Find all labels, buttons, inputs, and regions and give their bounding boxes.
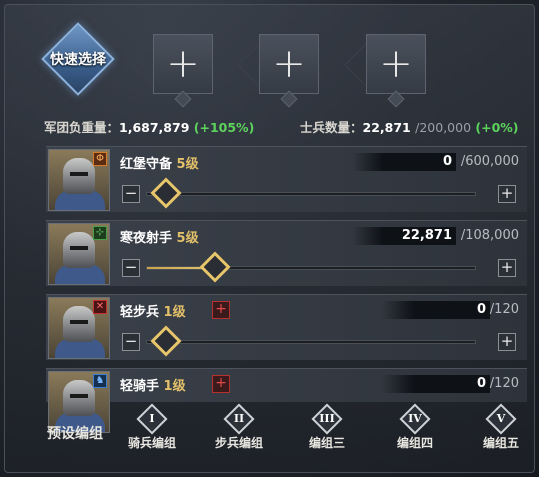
unit-level: 5级 <box>176 231 199 246</box>
unit-name-text: 红堡守备 <box>120 157 173 172</box>
horse-type-icon: ♞ <box>93 374 107 388</box>
unit-slider-handle[interactable] <box>199 251 231 283</box>
preset-group-button[interactable]: III 编组三 <box>292 403 362 451</box>
army-load-stat: 军团负重量：1,687,879 (+105%) <box>44 117 254 136</box>
unit-count-max: /108,000 <box>460 228 519 243</box>
army-load-label: 军团负重量： <box>44 120 120 135</box>
army-load-value: 1,687,879 <box>119 120 190 135</box>
unit-row: ♞ 轻骑手 1级 + 0 /120 <box>46 368 527 433</box>
preset-numeral: IV <box>408 412 422 425</box>
unit-level: 1级 <box>163 379 186 394</box>
unit-helmet <box>63 380 95 416</box>
preset-numeral: V <box>496 412 506 425</box>
unit-row: Φ 红堡守备 5级 0 /600,000 − + <box>46 146 527 212</box>
unit-level: 1级 <box>163 305 186 320</box>
unit-slider-track[interactable] <box>146 266 476 270</box>
unit-name: 寒夜射手 5级 <box>120 227 199 246</box>
preset-numeral: II <box>233 412 245 425</box>
army-load-bonus: (+105%) <box>193 120 255 135</box>
unit-slider-track[interactable] <box>146 340 476 344</box>
commander-slot-2[interactable]: + <box>259 34 319 94</box>
roman-numeral-badge-icon: I <box>136 403 168 435</box>
unit-count-input[interactable]: 0 <box>352 153 456 171</box>
unit-row: ✕ 轻步兵 1级 + 0 /120 − + <box>46 294 527 360</box>
preset-group-label: 编组四 <box>396 436 433 450</box>
unit-slider-handle[interactable] <box>150 177 182 209</box>
preset-group-button[interactable]: IV 编组四 <box>380 403 450 451</box>
train-unit-button[interactable]: + <box>212 375 230 393</box>
roman-numeral-badge-icon: II <box>223 403 255 435</box>
preset-group-label: 编组五 <box>482 436 519 450</box>
increase-button[interactable]: + <box>498 185 516 203</box>
unit-portrait[interactable]: Φ <box>48 149 110 211</box>
unit-count-input[interactable]: 0 <box>382 375 490 393</box>
preset-group-button[interactable]: I 骑兵编组 <box>117 403 187 451</box>
preset-numeral: III <box>319 412 335 425</box>
unit-visor <box>70 172 88 176</box>
quick-select-button[interactable]: 快速选择 <box>38 22 118 96</box>
unit-portrait[interactable]: ⊹ <box>48 223 110 285</box>
unit-visor <box>70 394 88 398</box>
preset-group-label: 骑兵编组 <box>127 436 176 450</box>
soldier-count-stat: 士兵数量：22,871 /200,000 (+0%) <box>300 117 519 136</box>
roman-numeral-badge-icon: IV <box>399 403 431 435</box>
increase-button[interactable]: + <box>498 333 516 351</box>
unit-helmet <box>63 158 95 194</box>
add-icon: + <box>272 41 306 87</box>
decrease-button[interactable]: − <box>122 333 140 351</box>
unit-name: 轻骑手 1级 <box>120 375 186 394</box>
unit-helmet <box>63 306 95 342</box>
soldier-count-max: /200,000 <box>415 120 472 135</box>
add-icon: + <box>379 41 413 87</box>
add-icon: + <box>166 41 200 87</box>
commander-slot-1[interactable]: + <box>153 34 213 94</box>
soldier-count-value: 22,871 <box>362 120 411 135</box>
unit-helmet <box>63 232 95 268</box>
bow-type-icon: ⊹ <box>93 226 107 240</box>
decrease-button[interactable]: − <box>122 259 140 277</box>
decrease-button[interactable]: − <box>122 185 140 203</box>
unit-name: 轻步兵 1级 <box>120 301 186 320</box>
preset-group-button[interactable]: II 步兵编组 <box>204 403 274 451</box>
shield-type-icon: Φ <box>93 152 107 166</box>
unit-name-text: 轻骑手 <box>120 379 160 394</box>
unit-slider-handle[interactable] <box>150 325 182 357</box>
roman-numeral-badge-icon: V <box>485 403 517 435</box>
commander-slot-3[interactable]: + <box>366 34 426 94</box>
soldier-count-label: 士兵数量： <box>300 120 363 135</box>
unit-count-input[interactable]: 22,871 <box>352 227 456 245</box>
soldier-count-bonus: (+0%) <box>475 120 519 135</box>
unit-name-text: 轻步兵 <box>120 305 160 320</box>
preset-group-label: 步兵编组 <box>214 436 263 450</box>
train-unit-button[interactable]: + <box>212 301 230 319</box>
unit-portrait[interactable]: ✕ <box>48 297 110 359</box>
increase-button[interactable]: + <box>498 259 516 277</box>
unit-level: 5级 <box>176 157 199 172</box>
unit-row: ⊹ 寒夜射手 5级 22,871 /108,000 − + <box>46 220 527 286</box>
roman-numeral-badge-icon: III <box>311 403 343 435</box>
unit-name: 红堡守备 5级 <box>120 153 199 172</box>
preset-groups-label: 预设编组 <box>47 426 103 442</box>
preset-numeral: I <box>149 412 155 425</box>
unit-visor <box>70 320 88 324</box>
unit-count-max: /120 <box>489 302 519 317</box>
sword-type-icon: ✕ <box>93 300 107 314</box>
unit-count-input[interactable]: 0 <box>382 301 490 319</box>
preset-group-label: 编组三 <box>308 436 345 450</box>
unit-slider-track[interactable] <box>146 192 476 196</box>
unit-name-text: 寒夜射手 <box>120 231 173 246</box>
preset-group-button[interactable]: V 编组五 <box>466 403 536 451</box>
unit-count-max: /600,000 <box>460 154 519 169</box>
quick-select-label: 快速选择 <box>50 52 106 68</box>
unit-count-max: /120 <box>489 376 519 391</box>
unit-visor <box>70 246 88 250</box>
